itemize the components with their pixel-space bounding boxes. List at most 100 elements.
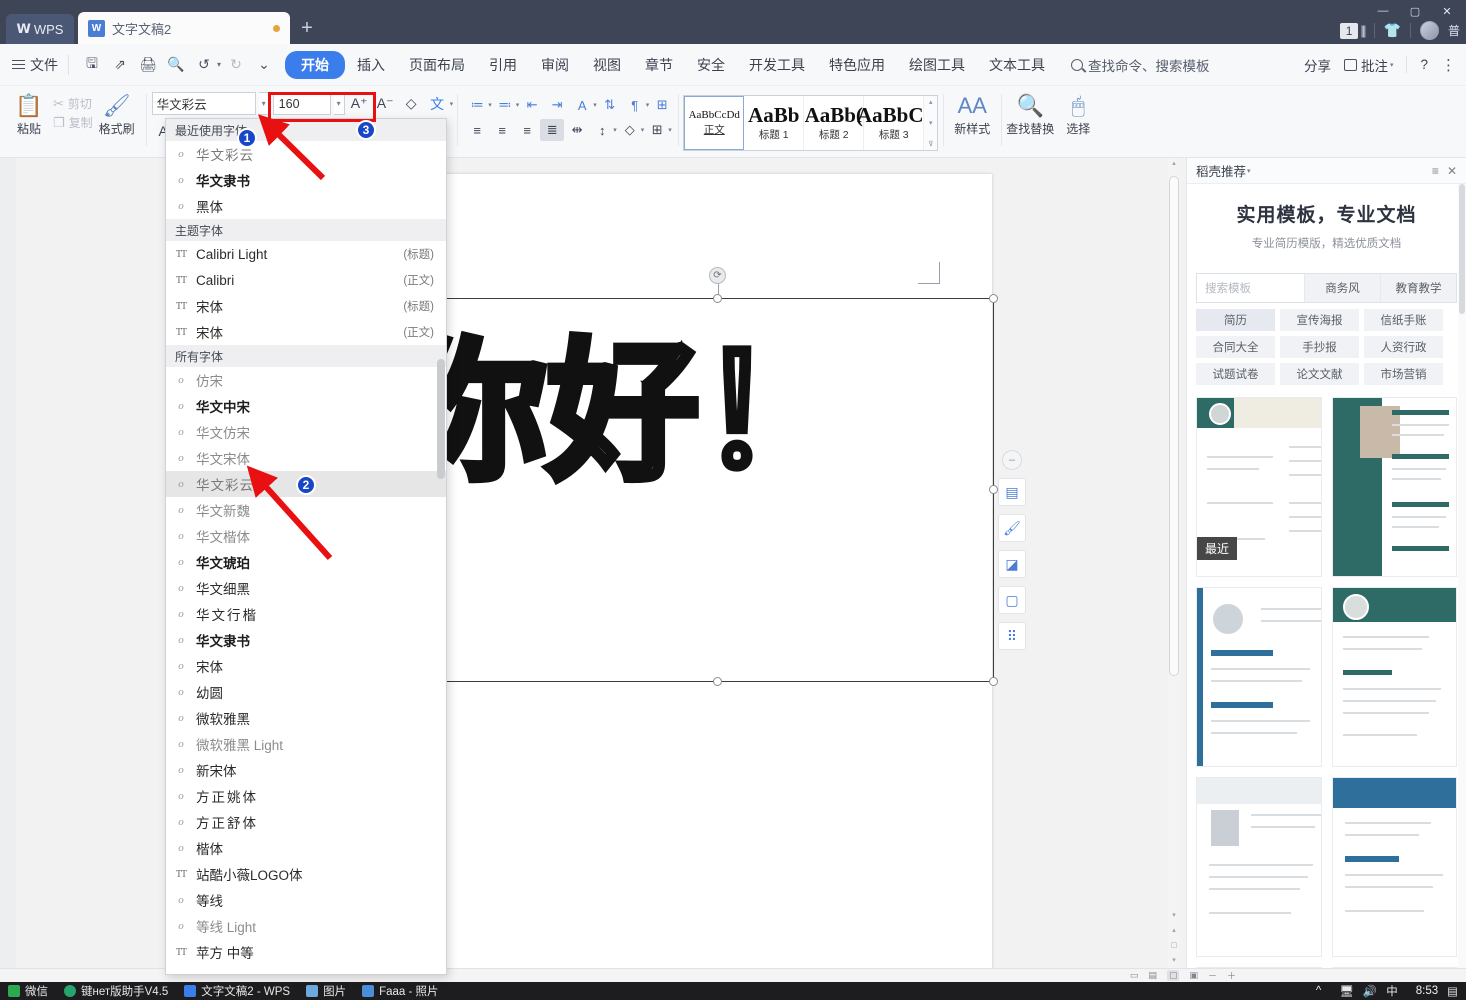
comment-button[interactable]: 批注 ▾	[1343, 55, 1393, 75]
command-search[interactable]: 查找命令、搜索模板	[1071, 55, 1210, 75]
tab-start[interactable]: 开始	[285, 50, 346, 79]
task-pane-scrollbar[interactable]	[1458, 184, 1466, 968]
borders-icon[interactable]: ⊞	[645, 119, 669, 141]
task-pane-close-icon[interactable]: ✕	[1447, 164, 1457, 178]
clear-formatting-icon[interactable]: ◇	[400, 92, 423, 115]
template-thumbnail[interactable]	[1196, 587, 1322, 767]
chip-education[interactable]: 教育教学	[1380, 274, 1456, 302]
style-heading-1[interactable]: AaBb 标题 1	[744, 96, 805, 150]
close-button[interactable]: ✕	[1432, 2, 1462, 20]
skin-theme-icon[interactable]: 👕	[1384, 22, 1401, 39]
outline-view-icon[interactable]: ▤	[1148, 970, 1157, 981]
chip-stationery[interactable]: 信纸手账	[1364, 309, 1443, 331]
maximize-button[interactable]: ▢	[1400, 2, 1430, 20]
tray-ime-icon[interactable]: 中	[1386, 983, 1398, 999]
new-style-button[interactable]: AA 新样式	[948, 89, 996, 137]
share-button[interactable]: 分享	[1304, 55, 1331, 75]
document-headline-text[interactable]: 你好！	[392, 329, 855, 496]
shrink-font-icon[interactable]: A⁻	[374, 92, 397, 115]
chip-thesis[interactable]: 论文文献	[1280, 363, 1359, 385]
font-option[interactable]: o 方正舒体	[166, 809, 446, 835]
minimize-button[interactable]: —	[1368, 2, 1398, 20]
justify-icon[interactable]: ≣	[540, 119, 565, 141]
show-marks-icon[interactable]: ¶	[623, 94, 647, 116]
decrease-indent-icon[interactable]: ⇤	[520, 94, 544, 116]
task-pane-menu-icon[interactable]: ≡	[1432, 164, 1439, 178]
chevron-down-icon[interactable]: ▾	[646, 101, 650, 109]
font-option[interactable]: o 等线 Light	[166, 913, 446, 939]
chip-exam[interactable]: 试题试卷	[1196, 363, 1275, 385]
tab-references[interactable]: 引用	[477, 51, 529, 79]
zoom-out-icon[interactable]: －	[1208, 969, 1217, 982]
page-thumbnails-button[interactable]: 1 |||	[1339, 22, 1367, 39]
tab-text-tools[interactable]: 文本工具	[977, 51, 1057, 79]
document-tab[interactable]: W 文字文稿2	[78, 12, 290, 44]
font-option[interactable]: o 宋体	[166, 653, 446, 679]
increase-indent-icon[interactable]: ⇥	[545, 94, 569, 116]
new-tab-button[interactable]: +	[290, 12, 324, 44]
style-heading-2[interactable]: AaBb( 标题 2	[804, 96, 865, 150]
chevron-down-icon[interactable]: ▾	[593, 101, 597, 109]
template-thumbnail[interactable]	[1331, 777, 1457, 957]
taskbar-item-wechat[interactable]: 微信	[0, 982, 56, 1000]
chevron-down-icon[interactable]: ▾	[613, 126, 617, 134]
chevron-down-icon[interactable]: ▾	[1247, 167, 1251, 175]
fill-color-icon[interactable]: ◪	[998, 550, 1026, 578]
font-option[interactable]: o 华文仿宋	[166, 419, 446, 445]
template-thumbnail[interactable]	[1331, 587, 1457, 767]
format-painter-button[interactable]: 🖌 格式刷	[93, 89, 141, 137]
task-pane-title[interactable]: 稻壳推荐 ▾	[1196, 161, 1424, 180]
tab-section[interactable]: 章节	[633, 51, 685, 79]
collapse-toolbar-button[interactable]: –	[1002, 450, 1022, 470]
font-option[interactable]: o 华文细黑	[166, 575, 446, 601]
chip-poster[interactable]: 宣传海报	[1280, 309, 1359, 331]
font-option[interactable]: TT 苹方 中等	[166, 939, 446, 965]
notifications-icon[interactable]: ▤	[1447, 984, 1458, 998]
font-option[interactable]: TT 宋体 (正文)	[166, 319, 446, 345]
select-browse-object-icon[interactable]: ▢	[1171, 941, 1178, 949]
web-view-icon[interactable]: ▢	[1166, 970, 1180, 981]
scroll-up-icon[interactable]: ▴	[1168, 158, 1180, 170]
print-icon[interactable]: 🖨	[135, 52, 161, 78]
font-option[interactable]: o 华文隶书	[166, 627, 446, 653]
taskbar-clock[interactable]: 8:53	[1416, 985, 1438, 997]
tab-page-layout[interactable]: 页面布局	[397, 51, 477, 79]
chevron-down-icon[interactable]: ▾	[450, 100, 454, 108]
chip-marketing[interactable]: 市场营销	[1364, 363, 1443, 385]
font-option[interactable]: o 新宋体	[166, 757, 446, 783]
chip-hr[interactable]: 人资行政	[1364, 336, 1443, 358]
zoom-in-icon[interactable]: ＋	[1227, 969, 1236, 982]
numbered-list-icon[interactable]: ≕	[493, 94, 517, 116]
font-option[interactable]: TT Calibri Light (标题)	[166, 241, 446, 267]
pinyin-guide-icon[interactable]: 文	[426, 92, 449, 115]
chip-resume[interactable]: 简历	[1196, 309, 1275, 331]
font-option[interactable]: o 等线	[166, 887, 446, 913]
resize-handle-br[interactable]	[989, 677, 998, 686]
rotate-handle-icon[interactable]: ⟳	[709, 267, 726, 284]
align-right-icon[interactable]: ≡	[515, 119, 539, 141]
taskbar-item-assistant[interactable]: 键нет版助手V4.5	[56, 982, 176, 1000]
chevron-down-icon[interactable]: ▾	[668, 126, 672, 134]
styles-gallery-scroll[interactable]: ▴ ▾ ⊽	[924, 96, 938, 150]
save-icon[interactable]: 🖫	[79, 52, 105, 78]
text-box-shape[interactable]: ⟳ 你好！	[392, 267, 998, 686]
bullet-list-icon[interactable]: ≔	[465, 94, 489, 116]
chevron-down-icon[interactable]: ▾	[516, 101, 520, 109]
font-option[interactable]: TT Calibri (正文)	[166, 267, 446, 293]
scroll-prev-page-icon[interactable]: ▾	[1172, 911, 1176, 919]
taskbar-item-photos[interactable]: Faaa - 照片	[354, 982, 446, 1000]
tab-security[interactable]: 安全	[685, 51, 737, 79]
document-vertical-scrollbar[interactable]: ▴ ▾ ▴ ▢ ▾	[1168, 158, 1180, 968]
style-normal[interactable]: AaBbCcDd 正文	[684, 96, 745, 150]
chevron-down-icon[interactable]: ▾	[641, 126, 645, 134]
resize-handle-mr[interactable]	[989, 485, 998, 494]
taskbar-item-pictures[interactable]: 图片	[298, 982, 354, 1000]
tab-developer[interactable]: 开发工具	[737, 51, 817, 79]
tab-review[interactable]: 审阅	[529, 51, 581, 79]
chip-handcopy[interactable]: 手抄报	[1280, 336, 1359, 358]
tray-network-icon[interactable]: 🖥	[1339, 984, 1354, 998]
apps-grid-icon[interactable]: ⠿	[998, 622, 1026, 650]
help-button[interactable]: ?	[1420, 57, 1428, 72]
align-center-icon[interactable]: ≡	[490, 119, 514, 141]
brush-icon[interactable]: 🖌	[998, 514, 1026, 542]
